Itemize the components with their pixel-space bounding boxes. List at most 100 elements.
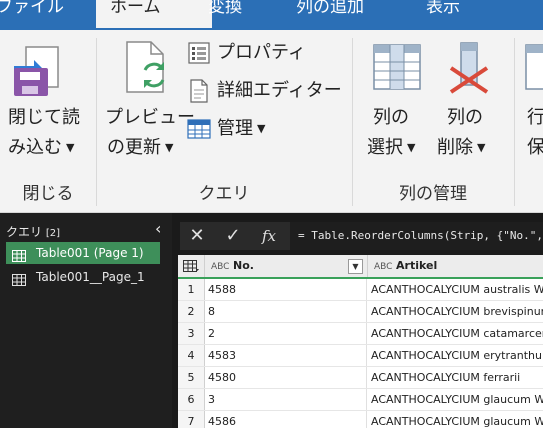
group-label-close: 閉じる: [22, 184, 74, 204]
row-number: 4: [178, 345, 205, 366]
manage-label: 管理 ▼: [217, 118, 266, 139]
close-and-load-icon: [12, 44, 66, 102]
cell-artikel[interactable]: ACANTHOCALYCIUM glaucum WR8: [371, 389, 543, 410]
refresh-preview-button[interactable]: プレビュー の更新 ▼: [101, 30, 195, 170]
remove-columns-label-1: 列の: [447, 107, 483, 128]
cell-artikel[interactable]: ACANTHOCALYCIUM erytranthum V: [371, 345, 543, 366]
group-cut-off: 行 保: [515, 30, 543, 212]
advanced-editor-label: 詳細エディター: [217, 80, 342, 101]
cell-no[interactable]: 8: [208, 301, 367, 322]
cell-no[interactable]: 2: [208, 323, 367, 344]
group-label-query: クエリ: [198, 184, 250, 204]
properties-button[interactable]: プロパティ: [187, 38, 347, 68]
keep-rows-icon: [525, 44, 543, 94]
row-number: 1: [178, 279, 205, 300]
cell-no[interactable]: 4586: [208, 411, 367, 428]
column-header-no[interactable]: ABC No. ▼: [205, 255, 368, 277]
chevron-down-icon: ▼: [407, 141, 416, 154]
refresh-preview-label-2: の更新 ▼: [107, 137, 174, 158]
advanced-editor-icon: [187, 79, 211, 107]
cell-artikel[interactable]: ACANTHOCALYCIUM australis WR8: [371, 279, 543, 300]
choose-columns-button[interactable]: 列の 選択 ▼: [357, 30, 429, 170]
chevron-down-icon: ▼: [257, 122, 266, 135]
formula-input[interactable]: = Table.ReorderColumns(Strip, {"No.", "A…: [290, 222, 543, 250]
tab-add-column[interactable]: 列の追加: [296, 0, 364, 28]
table-row[interactable]: 3 2 ACANTHOCALYCIUM catamarcense: [178, 323, 543, 345]
table-row[interactable]: 2 8 ACANTHOCALYCIUM brevispinum: [178, 301, 543, 323]
table-row[interactable]: 7 4586 ACANTHOCALYCIUM glaucum WR8: [178, 411, 543, 428]
table-icon: [12, 271, 26, 293]
filter-dropdown-icon[interactable]: ▼: [348, 259, 363, 274]
tab-home[interactable]: ホーム: [96, 0, 212, 28]
data-grid: ABC No. ▼ ABC Artikel 1 4588 ACANTHOCALY…: [178, 255, 543, 428]
table-row[interactable]: 1 4588 ACANTHOCALYCIUM australis WR8: [178, 279, 543, 301]
query-item-label: Table001__Page_1: [36, 270, 145, 284]
query-item-table001-page-1-alt[interactable]: Table001__Page_1: [6, 266, 160, 288]
chevron-down-icon: ▼: [165, 141, 174, 154]
row-number: 6: [178, 389, 205, 410]
table-row[interactable]: 4 4583 ACANTHOCALYCIUM erytranthum V: [178, 345, 543, 367]
query-item-label: Table001 (Page 1): [36, 246, 144, 260]
grid-header: ABC No. ▼ ABC Artikel: [178, 255, 543, 279]
choose-columns-label-2: 選択 ▼: [367, 137, 416, 158]
queries-count: [2]: [45, 228, 61, 239]
cell-no[interactable]: 3: [208, 389, 367, 410]
chevron-down-icon: ▼: [477, 141, 486, 154]
queries-pane-title: クエリ [2]: [6, 225, 61, 239]
keep-rows-label-2: 保: [527, 137, 543, 158]
text-type-icon[interactable]: ABC: [211, 256, 229, 278]
group-label-manage-columns: 列の管理: [399, 184, 467, 204]
queries-pane: クエリ [2] ‹ Table001 (Page 1) Table001__Pa…: [0, 213, 172, 428]
cell-artikel[interactable]: ACANTHOCALYCIUM brevispinum: [371, 301, 543, 322]
advanced-editor-button[interactable]: 詳細エディター: [187, 76, 349, 106]
insert-function-button[interactable]: fx: [252, 222, 286, 250]
manage-button[interactable]: 管理 ▼: [187, 114, 297, 144]
cell-no[interactable]: 4588: [208, 279, 367, 300]
cell-artikel[interactable]: ACANTHOCALYCIUM ferrarii: [371, 367, 543, 388]
remove-columns-button[interactable]: 列の 削除 ▼: [433, 30, 505, 170]
commit-formula-icon[interactable]: ✓: [216, 222, 250, 250]
cell-artikel[interactable]: ACANTHOCALYCIUM catamarcense: [371, 323, 543, 344]
keep-rows-button[interactable]: 行 保: [515, 30, 543, 170]
cancel-formula-icon[interactable]: ✕: [180, 222, 214, 250]
formula-bar: ✕ ✓ fx = Table.ReorderColumns(Strip, {"N…: [180, 222, 543, 250]
column-header-artikel[interactable]: ABC Artikel: [368, 255, 543, 277]
query-item-table001-page-1[interactable]: Table001 (Page 1): [6, 242, 160, 264]
refresh-icon: [121, 40, 171, 100]
table-row[interactable]: 6 3 ACANTHOCALYCIUM glaucum WR8: [178, 389, 543, 411]
group-query: プレビュー の更新 ▼ プロパティ 詳細エディター 管理 ▼ クエリ: [97, 30, 351, 212]
table-row[interactable]: 5 4580 ACANTHOCALYCIUM ferrarii: [178, 367, 543, 389]
properties-label: プロパティ: [217, 42, 306, 63]
ribbon: 閉じて読 み込む ▼ 閉じる プレビュー の更新 ▼ プロパティ 詳細エディター…: [0, 30, 543, 213]
close-and-load-label-2: み込む ▼: [8, 137, 75, 158]
main-area: ✕ ✓ fx = Table.ReorderColumns(Strip, {"N…: [172, 213, 543, 428]
group-manage-columns: 列の 選択 ▼ 列の 削除 ▼ 列の管理: [353, 30, 513, 212]
close-and-load-label-1: 閉じて読: [8, 107, 80, 128]
group-close: 閉じて読 み込む ▼ 閉じる: [0, 30, 96, 212]
properties-icon: [187, 41, 211, 69]
tab-view[interactable]: 表示: [426, 0, 460, 28]
remove-columns-label-2: 削除 ▼: [437, 137, 486, 158]
row-number: 5: [178, 367, 205, 388]
ribbon-tab-bar: ファイル ホーム 変換 列の追加 表示: [0, 0, 543, 30]
column-header-label: No.: [233, 259, 254, 272]
row-number: 2: [178, 301, 205, 322]
table-icon: [183, 260, 199, 276]
text-type-icon[interactable]: ABC: [374, 256, 392, 278]
collapse-pane-icon[interactable]: ‹: [155, 219, 161, 238]
tab-transform[interactable]: 変換: [208, 0, 242, 28]
row-number: 3: [178, 323, 205, 344]
close-and-load-button[interactable]: 閉じて読 み込む ▼: [0, 30, 96, 170]
table-icon: [187, 117, 211, 145]
table-menu-button[interactable]: [178, 255, 205, 277]
remove-columns-icon: [445, 42, 493, 98]
choose-columns-label-1: 列の: [373, 107, 409, 128]
chevron-down-icon: ▼: [66, 141, 75, 154]
cell-no[interactable]: 4580: [208, 367, 367, 388]
tab-file[interactable]: ファイル: [0, 0, 64, 28]
cell-no[interactable]: 4583: [208, 345, 367, 366]
cell-artikel[interactable]: ACANTHOCALYCIUM glaucum WR8: [371, 411, 543, 428]
choose-columns-icon: [373, 44, 421, 94]
refresh-preview-label-1: プレビュー: [105, 107, 195, 128]
column-header-label: Artikel: [396, 259, 438, 272]
